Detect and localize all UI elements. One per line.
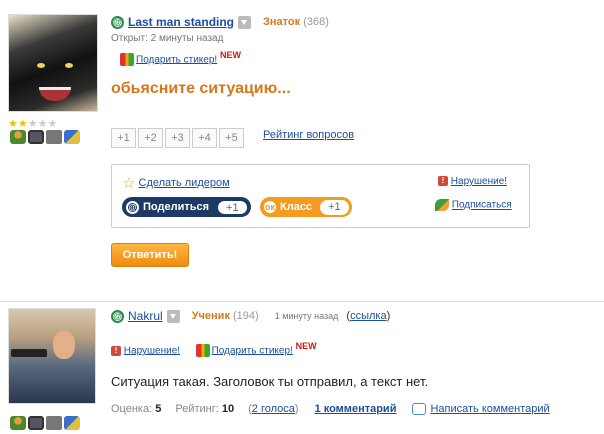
answer-author-icons xyxy=(10,416,80,430)
avatar-eye xyxy=(37,63,45,68)
rank-name: Ученик xyxy=(191,310,230,322)
question-actions-panel: ☆ Сделать лидером @ Поделиться +1 ок Кла… xyxy=(111,164,530,228)
answer-text: Ситуация такая. Заголовок ты отправил, а… xyxy=(111,374,429,389)
make-leader: ☆ Сделать лидером xyxy=(122,174,230,192)
edit-icon[interactable] xyxy=(64,416,80,430)
at-icon: @ xyxy=(126,200,139,214)
chevron-down-icon[interactable] xyxy=(238,15,252,29)
warning-icon: ! xyxy=(438,176,448,187)
odnoklassniki-icon: ок xyxy=(264,201,276,213)
write-comment-link[interactable]: Написать комментарий xyxy=(430,403,549,415)
rating-value: 10 xyxy=(221,403,235,415)
at-icon: @ xyxy=(111,15,124,29)
class-label: Класс xyxy=(280,201,313,213)
report-answer-link[interactable]: Нарушение! xyxy=(124,345,180,356)
gift-sticker-link[interactable]: Подарить стикер! xyxy=(136,54,217,65)
star-icon: ★ xyxy=(47,118,58,130)
share-button[interactable]: @ Поделиться +1 xyxy=(122,197,251,217)
answer-author-link[interactable]: Nakrul xyxy=(128,309,163,323)
class-button[interactable]: ок Класс +1 xyxy=(260,197,352,217)
divider xyxy=(0,301,604,302)
question-opened-time: Открыт: 2 минуты назад xyxy=(111,33,224,44)
avatar-face xyxy=(53,331,75,359)
subscribe-icon xyxy=(435,199,449,211)
new-badge: NEW xyxy=(295,341,317,351)
author-profile-icons xyxy=(10,130,80,144)
rank-points: (194) xyxy=(233,310,259,322)
rating-label: Рейтинг: xyxy=(175,403,219,415)
vote-plus1-button[interactable]: +1 xyxy=(111,128,136,148)
subscribe-link[interactable]: Подписаться xyxy=(452,200,512,211)
score-label: Оценка: xyxy=(111,403,153,415)
paren-close: ) xyxy=(386,310,391,322)
comment-icon xyxy=(412,403,427,415)
avatar-object xyxy=(11,349,47,357)
warning-icon: ! xyxy=(111,345,121,356)
vote-plus5-button[interactable]: +5 xyxy=(219,128,244,148)
vote-plus2-button[interactable]: +2 xyxy=(138,128,163,148)
class-count: +1 xyxy=(320,199,349,215)
question-title: обьясните ситуацию... xyxy=(111,80,291,97)
votes-link[interactable]: 2 голоса xyxy=(252,403,295,415)
reply-button[interactable]: Ответить! xyxy=(111,243,189,267)
rank-name: Знаток xyxy=(263,16,301,28)
star-icon: ☆ xyxy=(122,175,136,192)
at-icon: @ xyxy=(111,309,124,323)
vote-buttons: +1 +2 +3 +4 +5 xyxy=(111,128,246,148)
author-rank: Знаток (368) xyxy=(263,16,329,28)
answer-author-rank: Ученик (194) xyxy=(192,310,259,322)
answer-permalink: (ссылка) xyxy=(346,310,390,322)
camera-icon[interactable] xyxy=(28,416,44,430)
answer-author-avatar[interactable] xyxy=(8,308,96,404)
user-icon[interactable] xyxy=(10,130,26,144)
question-author-link[interactable]: Last man standing xyxy=(128,15,234,29)
edit-icon[interactable] xyxy=(64,130,80,144)
question-author-avatar[interactable] xyxy=(8,14,98,112)
make-leader-link[interactable]: Сделать лидером xyxy=(139,177,230,189)
report-link[interactable]: Нарушение! xyxy=(451,176,507,187)
gift-icon xyxy=(195,344,210,358)
vote-plus4-button[interactable]: +4 xyxy=(192,128,217,148)
star-icon: ★ xyxy=(17,118,28,130)
chevron-down-icon[interactable] xyxy=(166,309,180,323)
answer-time: 1 минуту назад xyxy=(274,311,339,321)
share-pill[interactable]: @ Поделиться +1 xyxy=(122,197,251,217)
star-icon: ★ xyxy=(27,118,38,130)
gift-sticker-link[interactable]: Подарить стикер! xyxy=(212,345,293,356)
comments-link[interactable]: 1 комментарий xyxy=(315,403,397,415)
share-count: +1 xyxy=(217,199,248,215)
share-label: Поделиться xyxy=(143,201,210,213)
rank-points: (368) xyxy=(303,16,329,28)
gift-sticker: Подарить стикер! NEW xyxy=(120,50,241,67)
answer-meta: Оценка: 5 Рейтинг: 10 (2 голоса) 1 комме… xyxy=(111,403,550,415)
new-badge: NEW xyxy=(219,50,241,60)
user-icon[interactable] xyxy=(10,416,26,430)
class-pill[interactable]: ок Класс +1 xyxy=(260,197,352,217)
gift-icon xyxy=(120,53,134,67)
avatar-eye xyxy=(65,63,73,68)
questions-rating-link[interactable]: Рейтинг вопросов xyxy=(263,129,354,141)
video-icon[interactable] xyxy=(46,416,62,430)
answer-actions: ! Нарушение! Подарить стикер! NEW xyxy=(111,341,317,358)
star-icon: ★ xyxy=(37,118,48,130)
vote-plus3-button[interactable]: +3 xyxy=(165,128,190,148)
star-icon: ★ xyxy=(8,118,18,130)
camera-icon[interactable] xyxy=(28,130,44,144)
video-icon[interactable] xyxy=(46,130,62,144)
report-question: ! Нарушение! xyxy=(438,176,507,187)
author-rating-stars: ★★★★★ xyxy=(8,117,57,130)
answer-header: @ Nakrul Ученик (194) 1 минуту назад (сс… xyxy=(111,309,390,323)
avatar-mouth xyxy=(39,87,71,101)
subscribe: Подписаться xyxy=(435,199,512,211)
permalink-link[interactable]: ссылка xyxy=(350,310,387,322)
question-header: @ Last man standing Знаток (368) xyxy=(111,15,329,29)
